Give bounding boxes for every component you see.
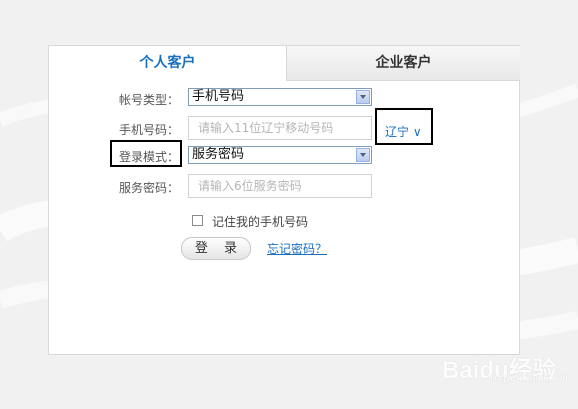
password-input[interactable]: 请输入6位服务密码 <box>188 174 372 198</box>
password-label: 服务密码： <box>118 181 179 195</box>
remember-checkbox[interactable] <box>192 215 203 226</box>
tab-personal[interactable]: 个人客户 <box>49 46 286 81</box>
password-placeholder: 请输入6位服务密码 <box>198 179 302 193</box>
forgot-password-link[interactable]: 忘记密码？ <box>267 240 327 257</box>
region-selector[interactable]: 辽宁 ∨ <box>385 123 422 140</box>
baidu-watermark-url: jingyan.baidu.com <box>490 373 571 384</box>
login-mode-label: 登录模式： <box>118 150 179 164</box>
login-button[interactable]: 登 录 <box>181 237 251 260</box>
account-type-label: 帐号类型： <box>118 93 179 107</box>
phone-input[interactable]: 请输入11位辽宁移动号码 <box>188 116 372 140</box>
login-mode-select[interactable]: 服务密码 <box>188 146 372 164</box>
remember-label: 记住我的手机号码 <box>212 215 309 229</box>
login-panel: 个人客户 企业客户 帐号类型： 手机号码 手机号码： 请输入11位辽宁移动号码 … <box>48 45 520 355</box>
login-mode-value: 服务密码 <box>192 147 245 162</box>
tab-enterprise[interactable]: 企业客户 <box>286 46 520 81</box>
chevron-down-icon[interactable] <box>356 90 370 104</box>
phone-placeholder: 请输入11位辽宁移动号码 <box>198 121 334 135</box>
region-label: 辽宁 <box>385 125 410 139</box>
chevron-down-icon: ∨ <box>409 125 422 139</box>
account-type-value: 手机号码 <box>192 89 245 104</box>
account-type-select[interactable]: 手机号码 <box>188 88 372 106</box>
phone-label: 手机号码： <box>118 123 179 137</box>
chevron-down-icon[interactable] <box>356 148 370 162</box>
